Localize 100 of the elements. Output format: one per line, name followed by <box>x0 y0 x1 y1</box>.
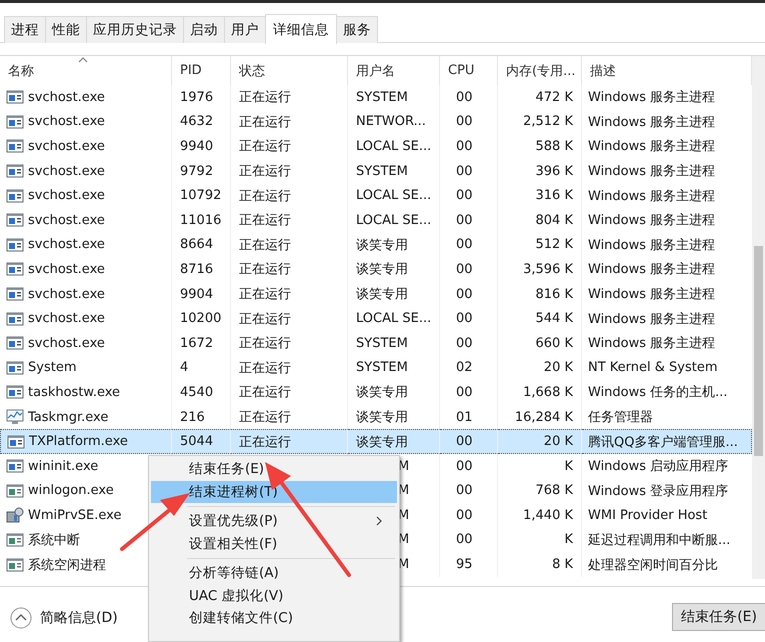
table-cell: LOCAL SE... <box>356 212 432 228</box>
table-cell: 00 <box>456 336 473 351</box>
table-cell: 216 <box>180 410 205 425</box>
table-cell: 02 <box>456 360 473 376</box>
table-cell: LOCAL SE... <box>356 311 432 326</box>
process-name: svchost.exe <box>28 188 105 204</box>
menu-item[interactable]: 设置相关性(F) <box>151 532 397 555</box>
table-cell: SYSTEM <box>356 360 408 376</box>
table-cell: K <box>564 458 573 474</box>
column-header[interactable]: PID <box>172 56 231 85</box>
table-cell-text: Windows 服务主进程 <box>588 335 716 352</box>
table-cell: 00 <box>456 311 473 326</box>
table-cell: 20 K <box>544 434 573 450</box>
table-cell: 4540 <box>180 384 214 400</box>
column-header[interactable]: CPU <box>440 56 498 85</box>
table-cell: 00 <box>456 164 473 179</box>
table-cell-text: 正在运行 <box>239 434 291 451</box>
table-cell: 1,440 K <box>523 508 573 523</box>
process-name: taskhostw.exe <box>28 384 120 400</box>
table-cell: 95 <box>456 557 473 572</box>
table-cell-text: Windows 服务主进程 <box>588 310 716 328</box>
table-cell-text: 谈笑专用 <box>356 409 408 426</box>
table-cell: LOCAL SE... <box>356 188 432 204</box>
table-cell-text: 处理器空闲时间百分比 <box>588 556 718 574</box>
table-cell: 00 <box>456 90 473 105</box>
table-cell-text: 正在运行 <box>239 310 291 328</box>
menu-item[interactable]: 结束任务(E) <box>151 458 397 480</box>
table-cell-text: Windows 服务主进程 <box>588 236 716 254</box>
table-cell-text: 任务管理器 <box>588 409 653 426</box>
table-cell: 00 <box>456 114 473 130</box>
table-cell: 8664 <box>180 237 214 252</box>
table-cell-text: 正在运行 <box>239 286 291 304</box>
table-cell: NT Kernel & System <box>588 360 718 376</box>
table-cell-text: 正在运行 <box>239 261 291 278</box>
process-name: svchost.exe <box>28 212 105 228</box>
end-task-button[interactable]: 结束任务(E) <box>672 603 765 631</box>
table-cell: 9904 <box>180 286 214 302</box>
process-name: svchost.exe <box>28 164 105 179</box>
process-name: System <box>28 360 76 376</box>
table-cell-text: Windows 服务主进程 <box>588 286 716 304</box>
table-cell-text: Windows 服务主进程 <box>588 212 716 230</box>
table-cell-text: 正在运行 <box>239 384 291 402</box>
table-cell-text: 正在运行 <box>239 188 291 205</box>
table-cell: 804 K <box>536 212 573 228</box>
menu-item[interactable]: 分析等待链(A) <box>151 562 397 584</box>
table-cell: 1672 <box>180 336 214 351</box>
process-name: winlogon.exe <box>28 483 114 498</box>
process-name: 系统空闲进程 <box>28 556 106 574</box>
table-cell: 1,668 K <box>523 384 573 400</box>
table-cell-text: Windows 服务主进程 <box>588 89 716 106</box>
menu-item[interactable]: 设置优先级(P) <box>151 510 397 532</box>
process-name: svchost.exe <box>28 286 105 302</box>
tab[interactable]: 性能 <box>45 16 87 43</box>
table-cell-text: 正在运行 <box>239 89 291 106</box>
table-cell-text: 谈笑专用 <box>356 286 408 304</box>
table-cell: 5044 <box>180 434 214 450</box>
table-cell: K <box>564 532 573 548</box>
table-cell: 00 <box>456 286 473 302</box>
table-cell: 01 <box>456 410 473 425</box>
table-cell: 816 K <box>536 286 573 302</box>
table-cell: 396 K <box>536 164 573 179</box>
table-cell: SYSTEM <box>356 164 408 179</box>
table-cell: 00 <box>456 188 473 204</box>
table-cell: 9940 <box>180 138 214 154</box>
table-cell-text: Windows 登录应用程序 <box>588 482 728 500</box>
tab[interactable]: 服务 <box>336 16 378 43</box>
table-cell: 3,596 K <box>523 262 573 277</box>
table-cell: SYSTEM <box>356 90 408 105</box>
table-cell-text: 谈笑专用 <box>356 261 408 278</box>
table-cell-text: Windows 任务的主机... <box>588 384 728 402</box>
column-header[interactable]: 内存(专用... <box>498 56 582 85</box>
table-cell-text: 正在运行 <box>239 236 291 254</box>
tab[interactable]: 详细信息 <box>265 14 337 44</box>
table-cell-text: Windows 启动应用程序 <box>588 458 728 476</box>
fewer-details-button[interactable]: 简略信息(D) <box>10 607 118 629</box>
menu-item[interactable]: UAC 虚拟化(V) <box>151 584 397 607</box>
table-cell: 4632 <box>180 114 214 130</box>
column-header[interactable]: 名称 <box>0 56 172 85</box>
column-header[interactable]: 用户名 <box>348 56 440 85</box>
menu-item[interactable]: 创建转储文件(C) <box>151 607 397 630</box>
process-name: svchost.exe <box>28 114 105 130</box>
table-cell: 00 <box>456 483 473 498</box>
table-cell-text: Windows 服务主进程 <box>588 163 716 180</box>
table-cell: 10200 <box>180 311 222 326</box>
tab[interactable]: 进程 <box>4 16 46 43</box>
column-header[interactable]: 状态 <box>231 56 348 85</box>
tab[interactable]: 应用历史记录 <box>86 16 184 43</box>
table-cell-text: 正在运行 <box>239 409 291 426</box>
tab[interactable]: 用户 <box>224 16 266 43</box>
table-cell-text: 谈笑专用 <box>356 434 408 451</box>
table-cell: 8716 <box>180 262 214 277</box>
table-cell-text: Windows 服务主进程 <box>588 114 716 131</box>
table-cell-text: 延迟过程调用和中断服... <box>588 532 730 549</box>
tab[interactable]: 启动 <box>183 16 225 43</box>
table-cell: 660 K <box>536 336 573 351</box>
table-cell: 00 <box>456 508 473 523</box>
table-cell-text: Windows 服务主进程 <box>588 261 716 278</box>
table-cell-text: 正在运行 <box>239 114 291 131</box>
table-cell-text: 正在运行 <box>239 138 291 156</box>
table-cell: 544 K <box>536 311 573 326</box>
